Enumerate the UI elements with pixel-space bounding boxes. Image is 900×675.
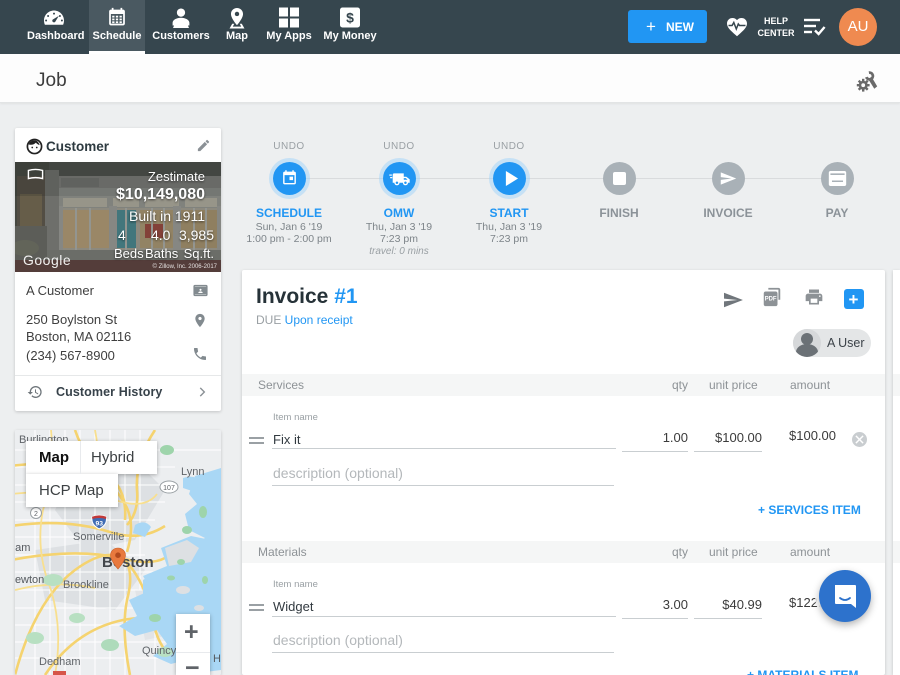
svg-text:2: 2 — [34, 511, 38, 518]
svg-text:ham: ham — [15, 542, 30, 554]
svg-text:Boston: Boston — [102, 554, 154, 571]
svg-text:Dedham: Dedham — [39, 656, 81, 668]
svg-text:Brookline: Brookline — [63, 579, 109, 591]
svg-text:PDF: PDF — [765, 297, 777, 303]
svg-text:$: $ — [346, 10, 354, 26]
svg-text:93: 93 — [95, 521, 103, 528]
svg-text:Somerville: Somerville — [73, 531, 124, 543]
svg-text:Newton: Newton — [15, 574, 44, 586]
svg-text:107: 107 — [163, 485, 175, 492]
svg-text:Quincy: Quincy — [142, 645, 177, 657]
svg-text:Hi: Hi — [213, 653, 221, 665]
svg-text:Lynn: Lynn — [181, 466, 204, 478]
